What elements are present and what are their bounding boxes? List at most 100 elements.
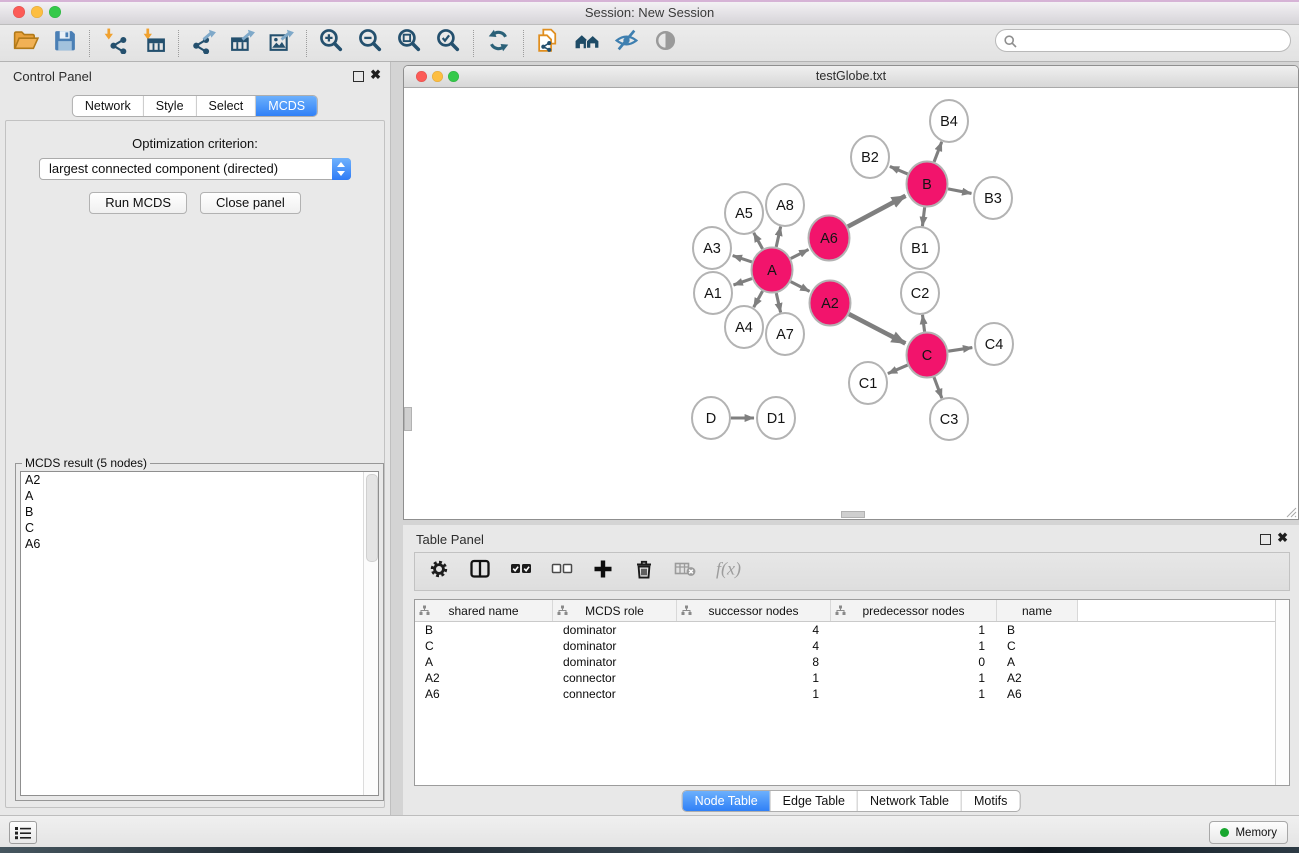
graph-node-A3[interactable]: A3 [693, 227, 731, 269]
tab-mcds[interactable]: MCDS [255, 96, 317, 116]
edge-A-A8[interactable] [776, 227, 780, 247]
open-file-button[interactable] [6, 28, 45, 59]
mcds-result-item[interactable]: A2 [21, 472, 378, 488]
unselect-all-columns-button[interactable] [551, 558, 573, 585]
float-panel-icon[interactable] [353, 71, 364, 82]
cell-name[interactable]: B [997, 623, 1078, 637]
graph-node-C3[interactable]: C3 [930, 398, 968, 440]
network-window-titlebar[interactable]: testGlobe.txt [404, 66, 1298, 88]
graph-node-B3[interactable]: B3 [974, 177, 1012, 219]
network-vertical-scrollbar[interactable] [404, 407, 412, 431]
new-network-from-selection-button[interactable] [529, 28, 568, 59]
column-header-MCDS-role[interactable]: MCDS role [553, 600, 677, 621]
cell-successor-nodes[interactable]: 1 [677, 687, 831, 701]
close-table-panel-icon[interactable]: ✖ [1277, 531, 1288, 545]
network-canvas[interactable]: B4B2BB3A8A5A6B1A3AC2A1A2A4A7C4CC1C3DD1 [404, 88, 1298, 519]
edge-A-A7[interactable] [776, 293, 780, 312]
graph-node-B4[interactable]: B4 [930, 100, 968, 142]
graph-node-C1[interactable]: C1 [849, 362, 887, 404]
show-columns-button[interactable] [469, 558, 491, 585]
memory-button[interactable]: Memory [1209, 821, 1288, 844]
window-resize-grip[interactable] [1284, 505, 1297, 518]
table-row-A[interactable]: Adominator80A [415, 654, 1289, 670]
cell-shared-name[interactable]: A6 [415, 687, 553, 701]
mcds-result-item[interactable]: A6 [21, 536, 378, 552]
search-input[interactable] [1020, 31, 1286, 52]
mcds-result-item[interactable]: A [21, 488, 378, 504]
graph-node-C4[interactable]: C4 [975, 323, 1013, 365]
edge-C-C1[interactable] [888, 365, 908, 373]
edge-B-B4[interactable] [934, 142, 942, 162]
graph-node-D1[interactable]: D1 [757, 397, 795, 439]
cell-MCDS-role[interactable]: dominator [553, 623, 677, 637]
tab-edge-table[interactable]: Edge Table [770, 791, 857, 811]
tab-network-table[interactable]: Network Table [857, 791, 961, 811]
cell-predecessor-nodes[interactable]: 1 [831, 671, 997, 685]
task-history-button[interactable] [9, 821, 37, 844]
table-row-B[interactable]: Bdominator41B [415, 622, 1289, 638]
zoom-selected-region-button[interactable] [429, 28, 468, 59]
graph-node-C[interactable]: C [907, 333, 948, 378]
edge-C-C2[interactable] [922, 315, 924, 332]
table-settings-button[interactable] [428, 558, 450, 585]
cell-predecessor-nodes[interactable]: 1 [831, 687, 997, 701]
zoom-fit-content-button[interactable] [390, 28, 429, 59]
cell-name[interactable]: C [997, 639, 1078, 653]
first-neighbors-button[interactable] [568, 28, 607, 59]
delete-columns-button[interactable] [633, 558, 655, 585]
edge-A6-B[interactable] [848, 196, 906, 227]
column-header-predecessor-nodes[interactable]: predecessor nodes [831, 600, 997, 621]
edge-C-C4[interactable] [948, 348, 972, 352]
graph-node-A8[interactable]: A8 [766, 184, 804, 226]
graph-node-B2[interactable]: B2 [851, 136, 889, 178]
import-table-from-file-button[interactable] [134, 28, 173, 59]
cell-successor-nodes[interactable]: 4 [677, 639, 831, 653]
cell-shared-name[interactable]: C [415, 639, 553, 653]
column-header-successor-nodes[interactable]: successor nodes [677, 600, 831, 621]
export-image-button[interactable] [262, 28, 301, 59]
graph-node-A6[interactable]: A6 [809, 216, 850, 261]
refresh-network-view-button[interactable] [479, 28, 518, 59]
tab-select[interactable]: Select [196, 96, 256, 116]
cell-successor-nodes[interactable]: 8 [677, 655, 831, 669]
column-header-shared-name[interactable]: shared name [415, 600, 553, 621]
float-table-panel-icon[interactable] [1260, 534, 1271, 545]
criterion-dropdown[interactable]: largest connected component (directed) [39, 158, 351, 180]
add-column-button[interactable] [592, 558, 614, 585]
select-all-columns-button[interactable] [510, 558, 532, 585]
edge-A2-C[interactable] [849, 314, 905, 343]
cell-MCDS-role[interactable]: dominator [553, 655, 677, 669]
edge-A-A6[interactable] [791, 250, 809, 259]
tab-node-table[interactable]: Node Table [683, 791, 770, 811]
tab-style[interactable]: Style [143, 96, 196, 116]
tab-network[interactable]: Network [73, 96, 143, 116]
graph-node-A2[interactable]: A2 [810, 281, 851, 326]
cell-predecessor-nodes[interactable]: 1 [831, 639, 997, 653]
cell-successor-nodes[interactable]: 1 [677, 671, 831, 685]
hide-graphics-details-button[interactable] [607, 28, 646, 59]
zoom-in-button[interactable] [312, 28, 351, 59]
mcds-result-item[interactable]: B [21, 504, 378, 520]
close-panel-icon[interactable]: ✖ [370, 68, 381, 82]
edge-B-B2[interactable] [890, 166, 908, 174]
table-scrollbar-track[interactable] [1275, 600, 1289, 785]
save-session-button[interactable] [45, 28, 84, 59]
cell-name[interactable]: A2 [997, 671, 1078, 685]
import-network-from-file-button[interactable] [95, 28, 134, 59]
cell-shared-name[interactable]: A2 [415, 671, 553, 685]
edge-A-A3[interactable] [733, 256, 752, 262]
cell-shared-name[interactable]: B [415, 623, 553, 637]
graph-node-A[interactable]: A [752, 248, 793, 293]
cell-MCDS-role[interactable]: connector [553, 671, 677, 685]
graph-node-A1[interactable]: A1 [694, 272, 732, 314]
edge-C-C3[interactable] [934, 377, 942, 398]
edge-B-B3[interactable] [948, 189, 971, 194]
edge-A-A5[interactable] [754, 233, 763, 249]
edge-A-A2[interactable] [791, 282, 810, 292]
column-header-name[interactable]: name [997, 600, 1078, 621]
graph-node-A7[interactable]: A7 [766, 313, 804, 355]
network-horizontal-scrollbar[interactable] [841, 511, 865, 518]
graph-node-A5[interactable]: A5 [725, 192, 763, 234]
export-network-button[interactable] [184, 28, 223, 59]
run-mcds-button[interactable]: Run MCDS [89, 192, 187, 214]
